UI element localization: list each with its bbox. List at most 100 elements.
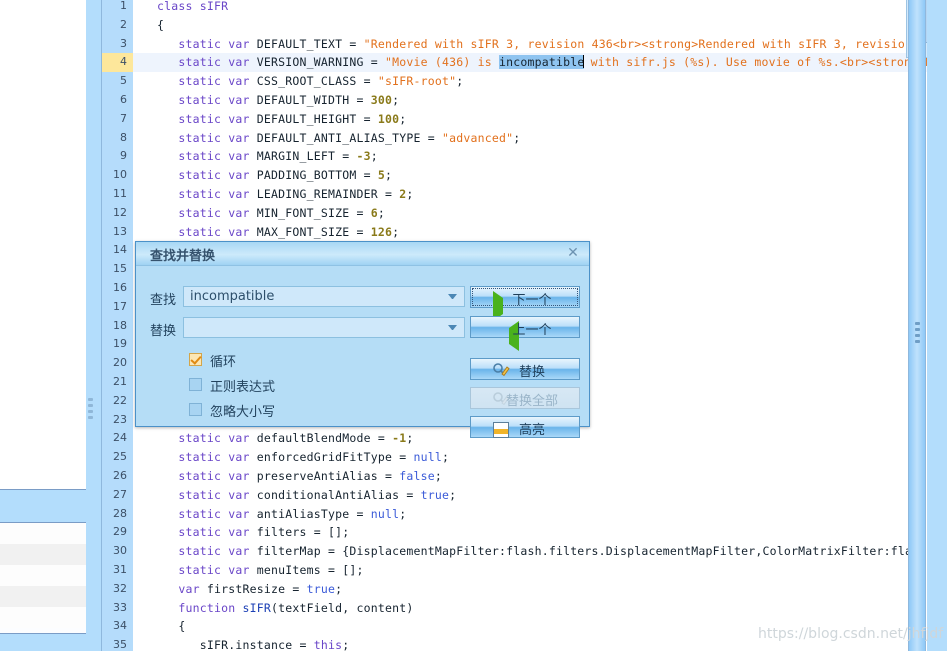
code-token: ; [406,431,414,446]
code-token: ; [384,168,393,183]
button-label: 替换全部 [505,394,558,409]
list-item[interactable] [0,565,88,586]
line-number: 22 [113,393,127,407]
button-arrow-left[interactable]: 上一个 [470,316,580,351]
code-line[interactable]: static var DEFAULT_HEIGHT = 100; [133,110,939,129]
list-item[interactable] [0,544,88,565]
code-token: static var [178,487,257,502]
code-line[interactable]: static var CSS_ROOT_CLASS = "sIFR-root"; [133,72,939,91]
button-label: 替换 [518,365,545,380]
line-number: 10 [113,168,127,182]
code-line[interactable]: { [133,16,939,35]
code-token: static var [178,525,257,540]
button-replace[interactable]: 替换 [470,358,580,380]
code-token: ; [513,130,521,145]
code-token: { [157,619,186,634]
button-highlight[interactable]: 高亮 [470,416,580,438]
window-vertical-scrollbar[interactable] [908,0,926,651]
code-token: ; [406,186,414,201]
button-label: 高亮 [518,423,545,438]
code-line[interactable]: static var preserveAntiAlias = false; [133,467,939,486]
code-line[interactable]: static var enforcedGridFitType = null; [133,448,939,467]
left-dock-panel-top [0,0,89,490]
code-token: antiAliasType = [256,506,371,521]
button-arrow-right[interactable]: 下一个 [470,286,580,321]
code-token: ; [399,506,407,521]
code-line[interactable]: static var VERSION_WARNING = "Movie (436… [133,53,939,73]
code-token: menuItems = []; [256,562,364,577]
code-line[interactable]: static var LEADING_REMAINDER = 2; [133,185,939,204]
line-number: 7 [120,111,127,125]
code-line[interactable]: static var conditionalAntiAlias = true; [133,486,939,505]
code-token: static var [178,55,257,70]
code-token: -1 [392,431,407,446]
checkbox-unchecked-icon[interactable] [189,378,202,391]
list-item[interactable] [0,586,88,607]
code-line[interactable]: static var DEFAULT_WIDTH = 300; [133,91,939,110]
code-token: ; [335,581,343,596]
find-input[interactable]: incompatible [183,286,465,307]
line-number: 11 [113,186,127,200]
dialog-title-bar[interactable]: 查找并替换 ✕ [136,242,589,266]
code-line[interactable]: static var menuItems = []; [133,561,939,580]
line-number: 28 [113,506,127,520]
code-line[interactable]: static var MAX_FONT_SIZE = 126; [133,223,939,242]
code-token: static var [178,224,257,239]
code-token: DEFAULT_HEIGHT = [256,111,378,126]
code-line[interactable]: static var PADDING_BOTTOM = 5; [133,166,939,185]
checkbox-unchecked-icon[interactable] [189,403,202,416]
code-line[interactable]: static var filters = []; [133,523,939,542]
code-line[interactable]: static var MARGIN_LEFT = -3; [133,147,939,166]
code-token: static var [178,468,257,483]
panel-splitter[interactable] [86,0,96,651]
line-number: 20 [113,356,127,370]
code-line[interactable]: static var filterMap = {DisplacementMapF… [133,542,939,561]
code-token: 126 [370,224,393,239]
code-token: true [306,581,336,596]
code-token: filterMap = {DisplacementMapFilter:flash… [256,544,939,559]
code-token: preserveAntiAlias = [256,468,400,483]
close-icon[interactable]: ✕ [565,245,581,261]
code-token: true [420,487,450,502]
code-token: static var [178,186,257,201]
code-line[interactable]: function sIFR(textField, content) [133,599,939,618]
code-token: static var [178,92,257,107]
code-token: VERSION_WARNING = [256,55,385,70]
code-line[interactable]: var firstResize = true; [133,580,939,599]
code-line[interactable]: class sIFR [133,0,939,16]
code-token: "Movie (436) is [384,55,499,70]
list-item[interactable] [0,607,88,628]
code-token: LEADING_REMAINDER = [256,186,400,201]
line-number: 26 [113,468,127,482]
code-token: { [157,17,165,32]
replace-input[interactable] [183,317,465,338]
code-line[interactable]: static var DEFAULT_ANTI_ALIAS_TYPE = "ad… [133,129,939,148]
line-number: 14 [113,243,127,257]
code-token: ; [449,487,457,502]
chevron-down-icon[interactable] [448,325,457,330]
code-line[interactable]: static var MIN_FONT_SIZE = 6; [133,204,939,223]
list-item[interactable] [0,523,88,544]
line-number: 21 [113,374,127,388]
code-token: CSS_ROOT_CLASS = [256,74,378,89]
code-line[interactable]: static var antiAliasType = null; [133,505,939,524]
line-number-gutter: 1 2 3 4 5 6 7 8 9 10 11 12 13 14 15 16 17 18 19 20 21 22 23 24 2… [102,0,133,651]
chevron-down-icon[interactable] [448,294,457,299]
code-line[interactable]: static var DEFAULT_TEXT = "Rendered with… [133,35,939,54]
code-token: -3 [356,149,371,164]
checkbox-checked-icon[interactable] [189,353,202,366]
line-number: 8 [120,130,127,144]
code-token: ; [434,468,442,483]
line-number: 3 [120,36,127,50]
line-number: 25 [113,450,127,464]
